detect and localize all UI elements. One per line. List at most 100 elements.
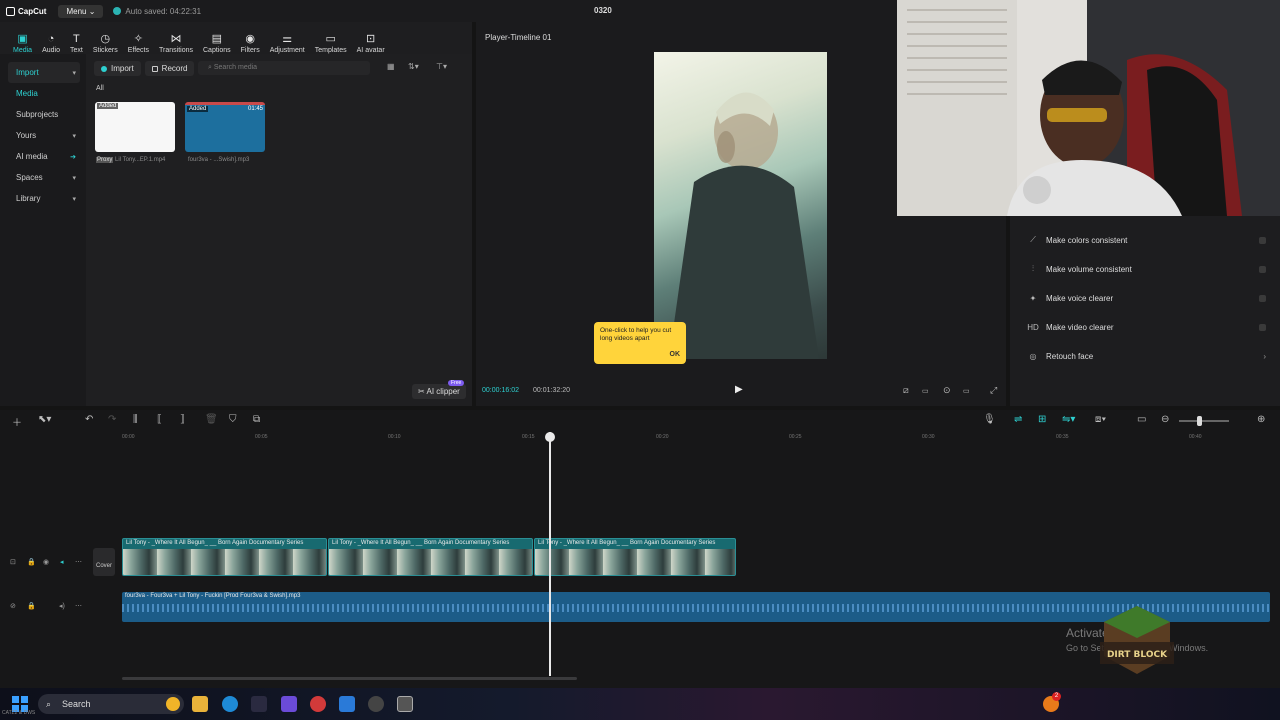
obs-icon[interactable] [368,696,384,712]
toggle-switch[interactable] [1259,294,1266,302]
edge-icon[interactable] [222,696,238,712]
make-video-clearer-item[interactable]: HD Make video clearer [1020,317,1270,337]
zoom-in-icon[interactable]: ⊕ [1257,414,1265,425]
media-item-audio[interactable]: Added 01:45 [185,102,265,152]
record-button[interactable]: Record [144,61,195,76]
crop-icon[interactable]: ⧄ [903,385,909,396]
tab-templates[interactable]: ▭ Templates [310,24,352,54]
snap-icon[interactable]: ⇋▾ [1062,414,1075,425]
sort-icon[interactable]: ⇅▾ [408,62,419,71]
zoom-out-icon[interactable]: ⊖ [1161,414,1169,425]
file-explorer-icon[interactable] [192,696,208,712]
tab-text[interactable]: T Text [65,24,88,54]
shield-icon[interactable]: ⛉ [229,414,237,425]
sidebar-item-media[interactable]: Media [8,83,80,104]
ruler-tick: 00:05 [255,434,268,440]
sidebar-item-import[interactable]: Import ▾ [8,62,80,83]
split-icon[interactable]: ⫼ [133,414,138,425]
add-track-icon[interactable]: ＋ [12,414,22,429]
total-time: 00:01:32:20 [533,387,570,394]
search-media-input[interactable]: ⌕ Search media [198,61,370,75]
sidebar-item-spaces[interactable]: Spaces ▾ [8,167,80,188]
delete-right-icon[interactable]: ⟧ [180,414,185,425]
playhead[interactable] [549,432,551,676]
sidebar-item-library[interactable]: Library ▾ [8,188,80,209]
toggle-switch[interactable] [1259,323,1266,331]
sidebar-item-ai-media[interactable]: AI media ➔ [8,146,80,167]
eye-icon[interactable]: ◉ [43,558,49,566]
redo-icon[interactable]: ↷ [108,414,116,425]
timeline-scrollbar[interactable] [122,677,577,680]
ratio-icon[interactable]: ▭ [963,387,970,395]
tab-adjustment[interactable]: ⚌ Adjustment [265,24,310,54]
stickers-icon: ◷ [100,33,111,45]
tab-ai-avatar[interactable]: ⊡ AI avatar [352,24,390,54]
tab-audio[interactable]: ◔ Audio [37,24,65,54]
quality-icon[interactable]: ▭ [922,387,929,395]
make-voice-clearer-item[interactable]: ✦ Make voice clearer [1020,288,1270,308]
zoom-slider[interactable] [1179,420,1229,422]
speaker-icon[interactable]: ◂) [59,602,65,610]
screenshot-icon[interactable]: ⊙ [943,385,951,396]
make-colors-consistent-item[interactable]: ⟋ Make colors consistent [1020,230,1270,250]
ai-clipper-button[interactable]: ✂ AI clipper [412,384,466,399]
link-icon[interactable]: ⇌ [1014,414,1022,425]
tab-transitions[interactable]: ⋈ Transitions [154,24,198,54]
tab-filters[interactable]: ◉ Filters [236,24,265,54]
menu-button[interactable]: Menu ⌄ [58,4,104,18]
caption-track-icon[interactable]: ▭ [1137,414,1146,425]
lock-icon[interactable]: 🔒 [27,558,36,566]
import-button[interactable]: Import [94,61,141,76]
sidebar-item-yours[interactable]: Yours ▾ [8,125,80,146]
fullscreen-icon[interactable]: ⤢ [990,385,997,396]
audio-track-icon[interactable]: ⊘ [10,602,16,610]
magnet-icon[interactable]: ⊞ [1038,414,1046,425]
filters-icon: ◉ [245,33,255,45]
undo-icon[interactable]: ↶ [85,414,93,425]
zoom-slider-handle[interactable] [1197,416,1202,426]
audio-on-icon[interactable]: ◂ [60,558,64,566]
tab-media[interactable]: ▣ Media [8,24,37,54]
video-preview[interactable] [654,52,827,359]
app-grid-icon[interactable] [281,696,297,712]
app-icon[interactable] [251,696,267,712]
retouch-face-item[interactable]: ◎ Retouch face › [1020,346,1270,366]
photos-icon[interactable] [339,696,355,712]
make-volume-consistent-item[interactable]: ⫶ Make volume consistent [1020,259,1270,279]
more-icon[interactable]: ⋯ [75,602,82,610]
chrome-icon[interactable] [310,696,326,712]
tab-stickers[interactable]: ◷ Stickers [88,24,123,54]
tip-ok-button[interactable]: OK [670,351,681,359]
all-filter-label[interactable]: All [96,85,104,92]
video-clip[interactable]: Lil Tony - _Where It All Begun_ __ Born … [328,538,533,576]
media-item-video[interactable]: Added [95,102,175,152]
toggle-switch[interactable] [1259,236,1266,244]
lock-icon[interactable]: 🔒 [27,602,36,610]
video-clip[interactable]: Lil Tony - _Where It All Begun_ __ Born … [534,538,736,576]
project-name[interactable]: 0320 [594,6,612,15]
play-button[interactable]: ▶ [735,384,743,395]
microphone-icon[interactable]: 🎙 [983,414,996,425]
clip-frames [329,549,532,575]
filter-icon[interactable]: ⊤▾ [436,62,447,71]
sidebar-item-label: AI media [16,152,48,161]
preview-axis-icon[interactable]: ⧈▾ [1095,414,1106,425]
grid-view-icon[interactable]: ▦ [387,62,395,71]
taskbar-search[interactable]: ⌕ Search [38,694,184,714]
more-icon[interactable]: ⋯ [75,558,82,566]
select-tool-icon[interactable]: ⬉▾ [38,414,51,425]
trash-icon[interactable]: 🗑 [205,414,218,425]
scene-icon[interactable]: ⧉ [253,414,260,425]
playhead-handle[interactable] [545,432,555,442]
capcut-taskbar-icon[interactable] [397,696,413,712]
video-clip[interactable]: Lil Tony - _Where It All Begun_ __ Born … [122,538,327,576]
sidebar-item-subprojects[interactable]: Subprojects [8,104,80,125]
time-ruler[interactable]: 00:00 00:05 00:10 00:15 00:20 00:25 00:3… [122,434,1272,444]
tab-effects[interactable]: ✧ Effects [123,24,154,54]
track-visibility-icon[interactable]: ⊡ [10,558,16,566]
tab-captions[interactable]: ▤ Captions [198,24,236,54]
delete-left-icon[interactable]: ⟦ [157,414,162,425]
adjustment-icon: ⚌ [282,33,293,45]
toggle-switch[interactable] [1259,265,1266,273]
cover-button[interactable]: Cover [93,548,115,576]
